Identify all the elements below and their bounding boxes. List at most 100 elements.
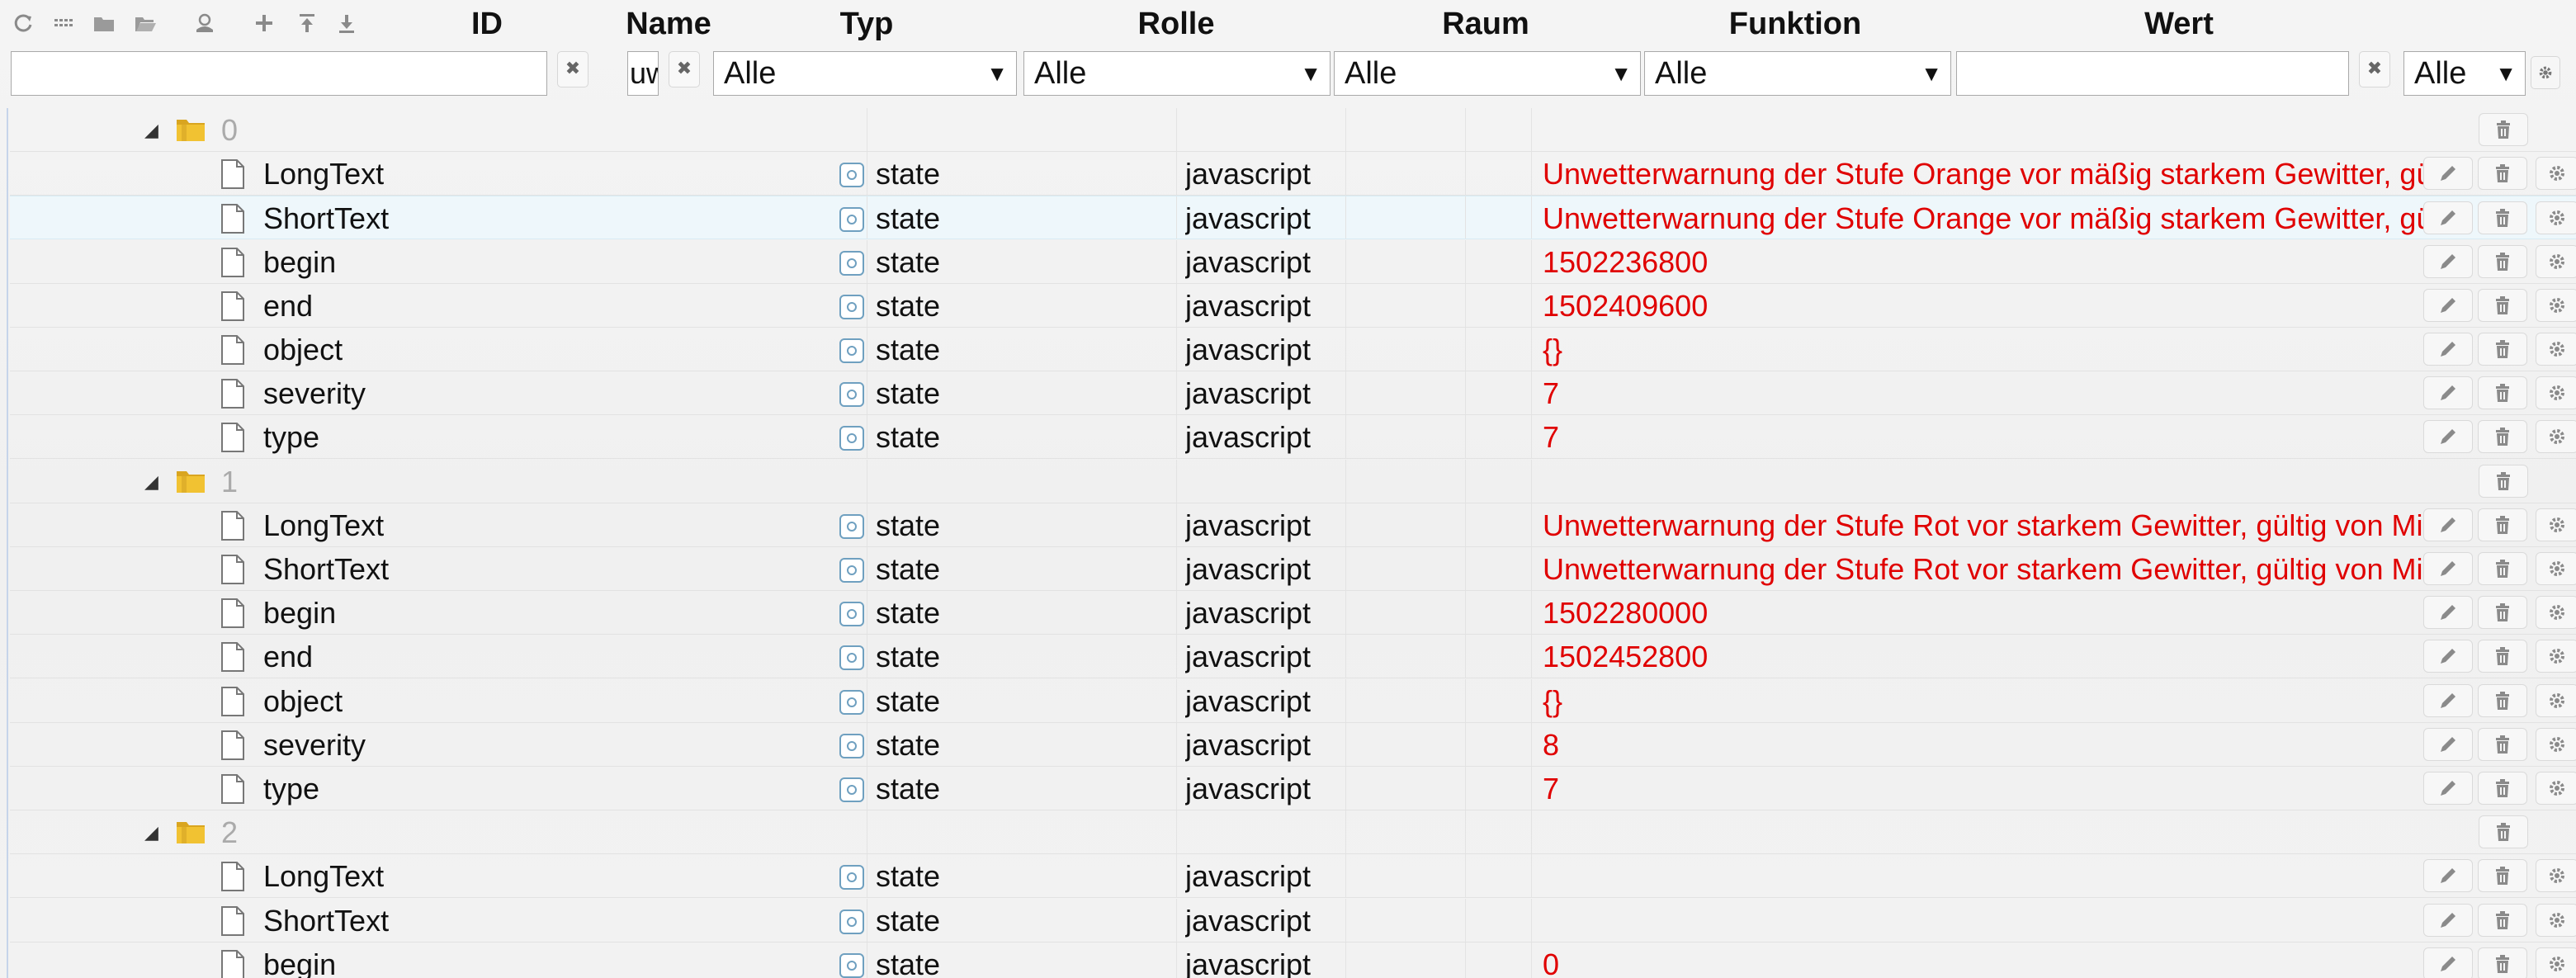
value-cell[interactable]: Unwetterwarnung der Stufe Orange vor mäß… — [1543, 196, 2432, 240]
edit-button[interactable] — [2423, 596, 2473, 630]
table-row[interactable]: LongText state javascript Unwetterwarnung d… — [10, 152, 2576, 196]
value-cell[interactable]: 1502452800 — [1543, 635, 2432, 678]
column-header-raum[interactable]: Raum — [1432, 3, 1539, 45]
folder-row[interactable]: ◢ 2 — [10, 810, 2576, 855]
wert-filter-clear-button[interactable]: ✖ — [2359, 51, 2390, 87]
delete-button[interactable] — [2478, 288, 2527, 322]
table-row[interactable]: LongText state javascript Unwetterwarnung d… — [10, 503, 2576, 547]
table-row[interactable]: severity state javascript 8 — [10, 722, 2576, 767]
edit-button[interactable] — [2423, 288, 2473, 322]
column-header-name[interactable]: Name — [611, 3, 726, 45]
value-cell[interactable]: 1502280000 — [1543, 591, 2432, 635]
settings-gear-icon[interactable] — [2536, 640, 2576, 673]
settings-gear-icon[interactable] — [2531, 56, 2560, 89]
delete-button[interactable] — [2478, 157, 2527, 191]
settings-gear-icon[interactable] — [2536, 376, 2576, 410]
value-cell[interactable]: Unwetterwarnung der Stufe Orange vor mäß… — [1543, 152, 2432, 196]
folder-row[interactable]: ◢ 1 — [10, 459, 2576, 503]
value-cell[interactable]: 7 — [1543, 371, 2432, 415]
typ-filter-select[interactable]: Alle ▼ — [713, 51, 1017, 96]
delete-button[interactable] — [2478, 640, 2527, 673]
user-icon[interactable] — [187, 5, 223, 41]
table-row[interactable]: ShortText state javascript Unwetterwarnung … — [10, 196, 2576, 240]
value-cell[interactable]: 1502236800 — [1543, 240, 2432, 284]
settings-gear-icon[interactable] — [2536, 508, 2576, 541]
edit-button[interactable] — [2423, 376, 2473, 410]
value-cell[interactable]: 0 — [1543, 943, 2432, 978]
column-header-funktion[interactable]: Funktion — [1713, 3, 1878, 45]
refresh-icon[interactable] — [5, 5, 41, 41]
settings-gear-icon[interactable] — [2536, 947, 2576, 978]
edit-button[interactable] — [2423, 727, 2473, 761]
raum-filter-select[interactable]: Alle ▼ — [1334, 51, 1641, 96]
funktion-filter-select[interactable]: Alle ▼ — [1644, 51, 1951, 96]
settings-gear-icon[interactable] — [2536, 552, 2576, 585]
upload-icon[interactable] — [289, 5, 325, 41]
list-icon[interactable] — [46, 5, 83, 41]
edit-button[interactable] — [2423, 947, 2473, 978]
table-row[interactable]: begin state javascript 1502280000 — [10, 591, 2576, 635]
expand-toggle-icon[interactable]: ◢ — [144, 108, 158, 152]
delete-button[interactable] — [2478, 244, 2527, 278]
table-row[interactable]: severity state javascript 7 — [10, 371, 2576, 416]
table-row[interactable]: object state javascript {} — [10, 328, 2576, 371]
id-filter-input[interactable] — [11, 51, 547, 96]
table-row[interactable]: end state javascript 1502409600 — [10, 283, 2576, 328]
table-row[interactable]: ShortText state javascript Unwetterwarnung … — [10, 547, 2576, 591]
table-row[interactable]: end state javascript 1502452800 — [10, 635, 2576, 679]
delete-button[interactable] — [2479, 815, 2528, 849]
table-row[interactable]: begin state javascript 0 — [10, 942, 2576, 978]
settings-gear-icon[interactable] — [2536, 157, 2576, 191]
settings-gear-icon[interactable] — [2536, 772, 2576, 805]
settings-gear-icon[interactable] — [2536, 596, 2576, 630]
edit-button[interactable] — [2423, 201, 2473, 235]
delete-button[interactable] — [2478, 508, 2527, 541]
delete-button[interactable] — [2478, 552, 2527, 585]
settings-gear-icon[interactable] — [2536, 859, 2576, 893]
value-cell[interactable]: 7 — [1543, 767, 2432, 810]
settings-gear-icon[interactable] — [2536, 683, 2576, 717]
settings-gear-icon[interactable] — [2536, 420, 2576, 454]
edit-button[interactable] — [2423, 508, 2473, 541]
folder-closed-icon[interactable] — [86, 5, 122, 41]
value-cell[interactable]: {} — [1543, 328, 2432, 371]
table-row[interactable]: ShortText state javascript — [10, 898, 2576, 943]
edit-button[interactable] — [2423, 772, 2473, 805]
value-cell[interactable]: Unwetterwarnung der Stufe Rot vor starke… — [1543, 547, 2432, 591]
value-cell[interactable]: 8 — [1543, 723, 2432, 767]
settings-gear-icon[interactable] — [2536, 727, 2576, 761]
delete-button[interactable] — [2478, 596, 2527, 630]
id-filter-clear-button[interactable]: ✖ — [557, 51, 588, 87]
column-header-rolle[interactable]: Rolle — [1123, 3, 1230, 45]
edit-button[interactable] — [2423, 640, 2473, 673]
delete-button[interactable] — [2478, 683, 2527, 717]
column-header-wert[interactable]: Wert — [2125, 3, 2233, 45]
delete-button[interactable] — [2478, 859, 2527, 893]
delete-button[interactable] — [2478, 727, 2527, 761]
add-icon[interactable] — [246, 5, 282, 41]
edit-button[interactable] — [2423, 552, 2473, 585]
delete-button[interactable] — [2478, 772, 2527, 805]
download-icon[interactable] — [328, 5, 365, 41]
delete-button[interactable] — [2478, 947, 2527, 978]
edit-button[interactable] — [2423, 683, 2473, 717]
column-header-id[interactable]: ID — [446, 3, 528, 45]
delete-button[interactable] — [2478, 903, 2527, 937]
settings-gear-icon[interactable] — [2536, 288, 2576, 322]
table-row[interactable]: type state javascript 7 — [10, 767, 2576, 810]
table-row[interactable]: LongText state javascript — [10, 854, 2576, 899]
value-cell[interactable] — [1543, 899, 2432, 943]
edit-button[interactable] — [2423, 333, 2473, 366]
name-filter-input[interactable]: uw — [627, 51, 659, 96]
delete-button[interactable] — [2479, 464, 2528, 498]
settings-gear-icon[interactable] — [2536, 201, 2576, 235]
edit-button[interactable] — [2423, 859, 2473, 893]
value-cell[interactable]: 7 — [1543, 415, 2432, 459]
value-cell[interactable]: {} — [1543, 679, 2432, 723]
table-row[interactable]: type state javascript 7 — [10, 415, 2576, 460]
settings-gear-icon[interactable] — [2536, 333, 2576, 366]
table-row[interactable]: object state javascript {} — [10, 678, 2576, 723]
edit-button[interactable] — [2423, 244, 2473, 278]
value-cell[interactable]: 1502409600 — [1543, 284, 2432, 328]
edit-button[interactable] — [2423, 903, 2473, 937]
